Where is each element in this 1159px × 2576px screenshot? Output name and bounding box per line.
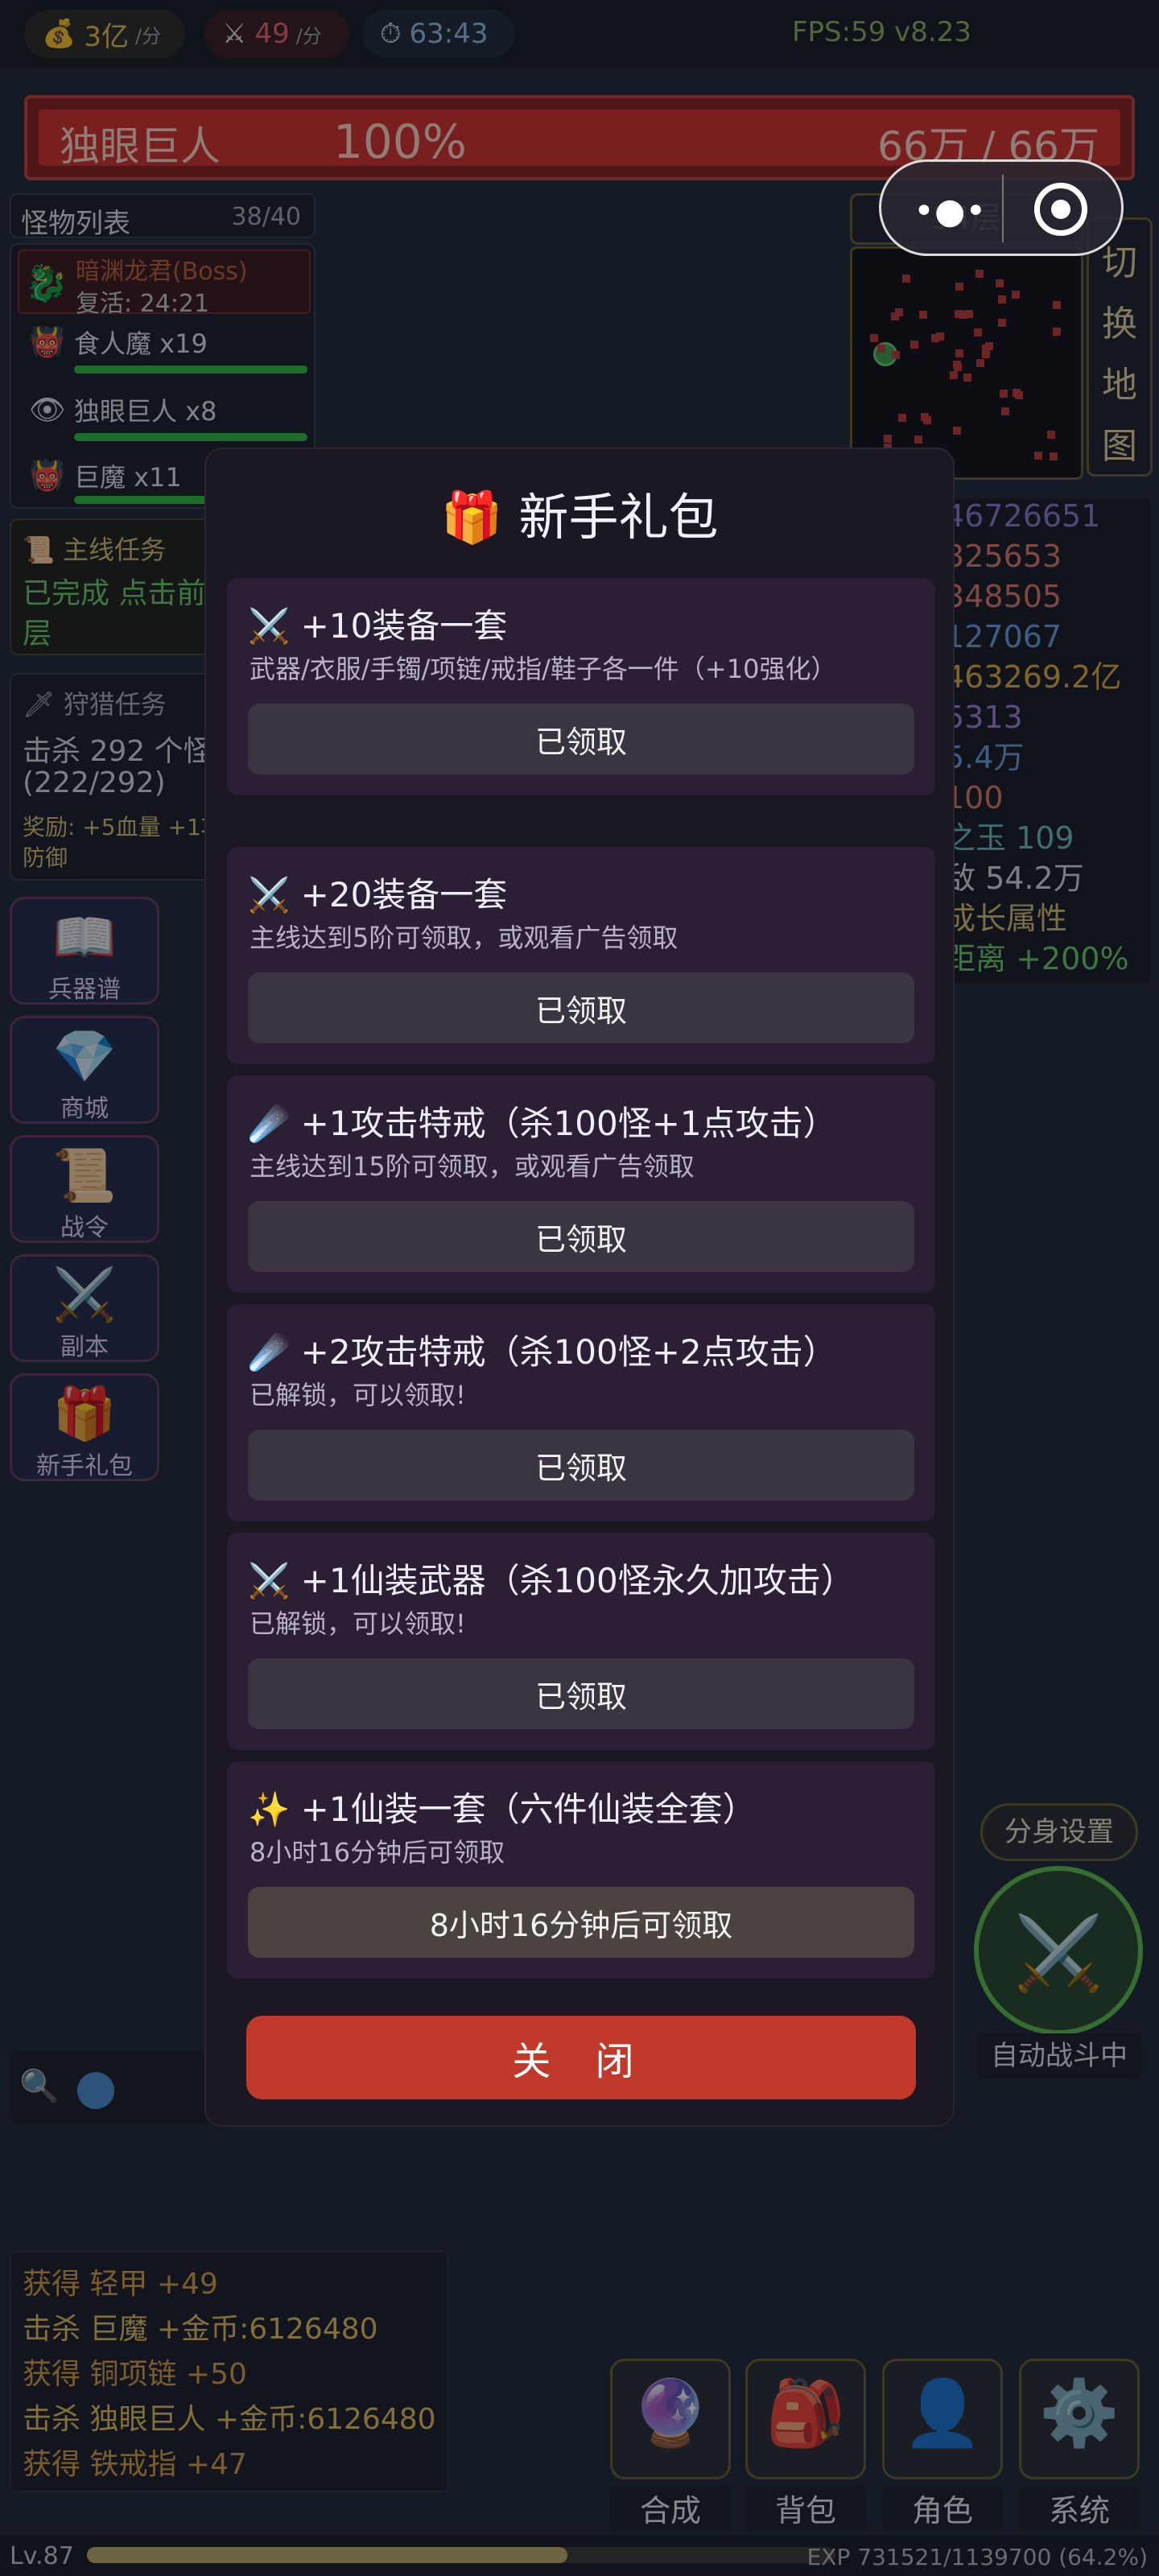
modal-title-text: 新手礼包 xyxy=(518,488,719,547)
gift-card-desc: 已解锁，可以领取! xyxy=(250,1608,466,1639)
gift-card-desc: 8小时16分钟后可领取 xyxy=(250,1837,505,1868)
gift-card: ☄️ +1攻击特戒（杀100怪+1点攻击） 主线达到15阶可领取，或观看广告领取… xyxy=(227,1075,935,1293)
gift-card-title: +10装备一套 xyxy=(300,606,508,646)
countdown-button[interactable]: 8小时16分钟后可领取 xyxy=(248,1887,914,1958)
sparkles-icon: ✨ xyxy=(248,1790,291,1829)
gift-card-title: +1攻击特戒（杀100怪+1点攻击） xyxy=(300,1104,837,1143)
gift-card-title: +1仙装武器（杀100怪永久加攻击） xyxy=(300,1561,855,1600)
sword-icon: ⚔️ xyxy=(248,1561,291,1600)
gift-card: ✨ +1仙装一套（六件仙装全套） 8小时16分钟后可领取 8小时16分钟后可领取 xyxy=(227,1761,935,1979)
gift-card-desc: 主线达到15阶可领取，或观看广告领取 xyxy=(250,1151,695,1182)
gift-card-title: +1仙装一套（六件仙装全套） xyxy=(300,1790,757,1829)
comet-icon: ☄️ xyxy=(248,1104,291,1143)
claimed-button[interactable]: 已领取 xyxy=(248,1658,914,1729)
gift-card: ⚔️ +10装备一套 武器/衣服/手镯/项链/戒指/鞋子各一件（+10强化） 已… xyxy=(227,578,935,795)
close-button[interactable]: 关 闭 xyxy=(246,2016,916,2099)
gift-icon: 🎁 xyxy=(440,488,503,547)
close-target-icon[interactable] xyxy=(1034,183,1087,236)
claimed-button[interactable]: 已领取 xyxy=(248,1430,914,1501)
capsule-divider xyxy=(1002,175,1004,242)
claimed-button[interactable]: 已领取 xyxy=(248,972,914,1043)
mini-program-capsule: •●• xyxy=(879,159,1124,256)
more-dots-icon[interactable]: •●• xyxy=(914,191,986,232)
modal-title: 🎁 新手礼包 xyxy=(206,477,953,549)
gift-card: ⚔️ +1仙装武器（杀100怪永久加攻击） 已解锁，可以领取! 已领取 xyxy=(227,1533,935,1750)
gift-card: ⚔️ +20装备一套 主线达到5阶可领取，或观看广告领取 已领取 xyxy=(227,847,935,1064)
gift-card-desc: 武器/衣服/手镯/项链/戒指/鞋子各一件（+10强化） xyxy=(250,654,837,684)
gift-card-desc: 已解锁，可以领取! xyxy=(250,1380,466,1410)
comet-icon: ☄️ xyxy=(248,1332,291,1372)
gift-card-title: +20装备一套 xyxy=(300,875,508,914)
sword-icon: ⚔️ xyxy=(248,606,291,646)
gift-card-desc: 主线达到5阶可领取，或观看广告领取 xyxy=(250,923,678,953)
claimed-button[interactable]: 已领取 xyxy=(248,704,914,774)
claimed-button[interactable]: 已领取 xyxy=(248,1201,914,1272)
sword-icon: ⚔️ xyxy=(248,875,291,914)
newbie-gift-modal: 🎁 新手礼包 ⚔️ +10装备一套 武器/衣服/手镯/项链/戒指/鞋子各一件（+… xyxy=(204,448,955,2127)
gift-card-title: +2攻击特戒（杀100怪+2点攻击） xyxy=(300,1332,837,1372)
gift-card: ☄️ +2攻击特戒（杀100怪+2点攻击） 已解锁，可以领取! 已领取 xyxy=(227,1304,935,1521)
